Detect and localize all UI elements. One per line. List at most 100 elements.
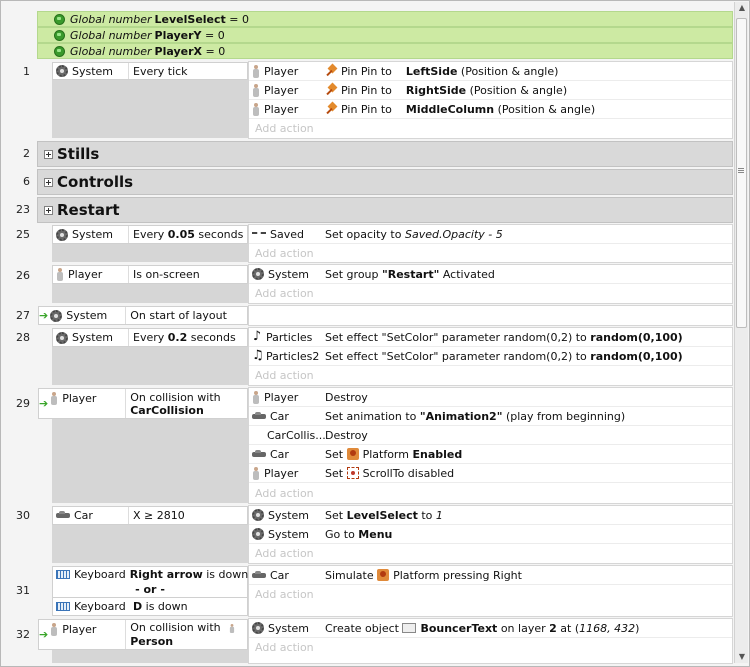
event-number: 1 <box>23 65 30 78</box>
event-number: 2 <box>23 147 30 160</box>
add-action-link[interactable]: Add action <box>249 285 732 302</box>
action-set-opacity[interactable]: Saved Set opacity to Saved.Opacity - 5 <box>249 225 732 244</box>
action-destroy-player[interactable]: Player Destroy <box>249 388 732 407</box>
condition-d-down[interactable]: Keyboard D is down <box>52 597 248 616</box>
condition-car-x[interactable]: Car X ≥ 2810 <box>52 506 248 525</box>
add-action-link[interactable]: Add action <box>249 485 732 502</box>
event-number: 30 <box>16 509 30 522</box>
condition-every-tick[interactable]: System Every tick <box>52 62 248 80</box>
group-controlls[interactable]: Controlls <box>37 169 733 195</box>
action-pin-middlecolumn[interactable]: Player Pin Pin to MiddleColumn (Position … <box>249 100 732 119</box>
platform-behavior-icon <box>377 569 390 581</box>
system-gear-icon <box>252 528 264 540</box>
action-destroy-carcollision[interactable]: CarCollis... Destroy <box>249 426 732 445</box>
system-gear-icon <box>252 622 264 634</box>
condition-on-start-of-layout[interactable]: ➔ System On start of layout <box>38 306 248 325</box>
event-number: 27 <box>16 309 30 322</box>
system-gear-icon <box>56 331 68 344</box>
player-icon <box>56 268 64 281</box>
action-set-animation[interactable]: Car Set animation to "Animation2" (play … <box>249 407 732 426</box>
scrollto-behavior-icon <box>346 467 359 479</box>
event-number: 31 <box>16 584 30 597</box>
trigger-arrow-icon: ➔ <box>39 628 49 641</box>
add-action-link[interactable]: Add action <box>249 367 732 384</box>
action-set-levelselect[interactable]: System Set LevelSelect to 1 <box>249 506 732 525</box>
sprite-icon <box>252 232 266 236</box>
action-simulate-platform[interactable]: Car Simulate Platform pressing Right <box>249 566 732 585</box>
event-number: 26 <box>16 269 30 282</box>
system-gear-icon <box>252 268 264 280</box>
trigger-arrow-icon: ➔ <box>39 397 49 410</box>
globe-icon <box>54 13 65 25</box>
action-create-object[interactable]: System Create object BouncerText on laye… <box>249 619 732 638</box>
add-action-link[interactable]: Add action <box>249 245 732 262</box>
particles-icon: ♪ <box>252 329 262 344</box>
event-number: 28 <box>16 331 30 344</box>
player-icon <box>50 392 58 405</box>
add-action-link[interactable]: Add action <box>249 639 732 656</box>
action-go-to-menu[interactable]: System Go to Menu <box>249 525 732 544</box>
player-icon <box>252 390 260 404</box>
system-gear-icon <box>252 509 264 521</box>
keyboard-icon <box>56 570 70 579</box>
action-pin-rightside[interactable]: Player Pin Pin to RightSide (Position & a… <box>249 81 732 100</box>
car-icon <box>252 449 266 457</box>
player-icon <box>252 83 260 97</box>
player-icon <box>252 64 260 78</box>
add-action-link[interactable]: Add action <box>249 545 732 562</box>
group-stills[interactable]: Stills <box>37 141 733 167</box>
keyboard-icon <box>56 602 70 611</box>
car-icon <box>252 570 266 578</box>
action-area <box>248 305 733 326</box>
action-set-effect-particles2[interactable]: ♫ Particles2 Set effect "SetColor" parame… <box>249 347 732 366</box>
add-action-link[interactable]: Add action <box>249 586 732 603</box>
person-icon <box>229 623 235 633</box>
event-number: 29 <box>16 397 30 410</box>
action-set-effect-particles[interactable]: ♪ Particles Set effect "SetColor" paramet… <box>249 328 732 347</box>
condition-is-on-screen[interactable]: Player Is on-screen <box>52 265 248 284</box>
pin-icon <box>325 65 337 77</box>
player-icon <box>252 466 260 480</box>
or-separator: - or - <box>52 582 248 597</box>
expand-icon[interactable] <box>44 149 53 159</box>
event-number: 23 <box>16 203 30 216</box>
action-pin-leftside[interactable]: Player Pin Pin to LeftSide (Position & an… <box>249 62 732 81</box>
condition-every-seconds[interactable]: System Every 0.2 seconds <box>52 328 248 347</box>
action-set-scrollto-disabled[interactable]: Player Set ScrollTo disabled <box>249 464 732 483</box>
system-gear-icon <box>56 65 68 77</box>
action-set-group[interactable]: System Set group "Restart" Activated <box>249 265 732 284</box>
car-icon <box>56 511 70 518</box>
condition-on-collision-person[interactable]: ➔ Player On collision with Person <box>38 619 248 650</box>
particles-icon: ♫ <box>252 348 264 363</box>
condition-on-collision-carcollision[interactable]: ➔ Player On collision with CarCollision <box>38 388 248 419</box>
global-variable-playery[interactable]: Global number PlayerY = 0 <box>37 27 733 43</box>
group-restart[interactable]: Restart <box>37 197 733 223</box>
globe-icon <box>54 29 65 41</box>
action-set-platform-enabled[interactable]: Car Set Platform Enabled <box>249 445 732 464</box>
event-number: 32 <box>16 628 30 641</box>
event-number: 25 <box>16 228 30 241</box>
system-gear-icon <box>50 309 63 322</box>
player-icon <box>252 102 260 116</box>
pin-icon <box>325 103 337 115</box>
condition-every-seconds[interactable]: System Every 0.05 seconds <box>52 225 248 244</box>
system-gear-icon <box>56 228 68 241</box>
player-icon <box>50 623 58 636</box>
event-number: 6 <box>23 175 30 188</box>
text-object-icon <box>402 623 417 633</box>
globe-icon <box>54 45 65 57</box>
add-action-link[interactable]: Add action <box>249 120 732 137</box>
global-variable-playerx[interactable]: Global number PlayerX = 0 <box>37 43 733 59</box>
platform-behavior-icon <box>346 448 359 460</box>
grip-icon <box>738 168 744 169</box>
expand-icon[interactable] <box>44 205 53 215</box>
scroll-up-icon[interactable]: ▲ <box>735 3 749 12</box>
expand-icon[interactable] <box>44 177 53 187</box>
pin-icon <box>325 84 337 96</box>
scroll-down-icon[interactable]: ▼ <box>735 652 749 661</box>
condition-right-arrow-down[interactable]: Keyboard Right arrow is down <box>52 566 248 582</box>
trigger-arrow-icon: ➔ <box>39 309 49 322</box>
scrollbar-thumb[interactable] <box>736 18 747 328</box>
car-icon <box>252 411 266 419</box>
global-variable-levelselect[interactable]: Global number LevelSelect = 0 <box>37 11 733 27</box>
